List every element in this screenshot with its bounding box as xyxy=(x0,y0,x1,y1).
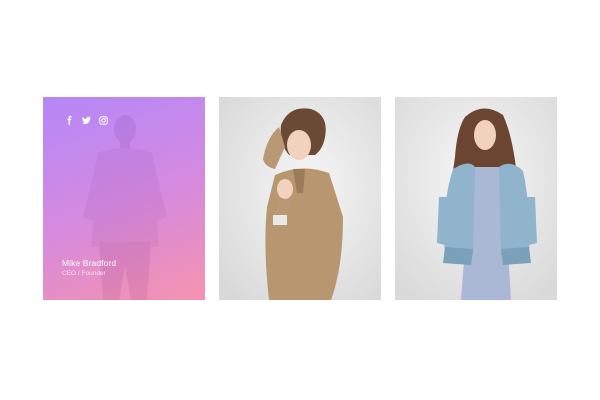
team-grid: Mike Bradford CEO / Founder xyxy=(43,97,557,300)
instagram-icon[interactable] xyxy=(99,116,108,125)
twitter-icon[interactable] xyxy=(82,116,91,125)
team-card-3[interactable] xyxy=(395,97,557,300)
member-role: CEO / Founder xyxy=(62,270,106,277)
facebook-icon[interactable] xyxy=(65,116,74,125)
member-name: Mike Bradford xyxy=(62,258,117,268)
member-photo xyxy=(395,97,557,300)
team-card-1[interactable]: Mike Bradford CEO / Founder xyxy=(43,97,205,300)
social-links xyxy=(65,116,108,125)
member-photo xyxy=(219,97,381,300)
team-card-2[interactable] xyxy=(219,97,381,300)
